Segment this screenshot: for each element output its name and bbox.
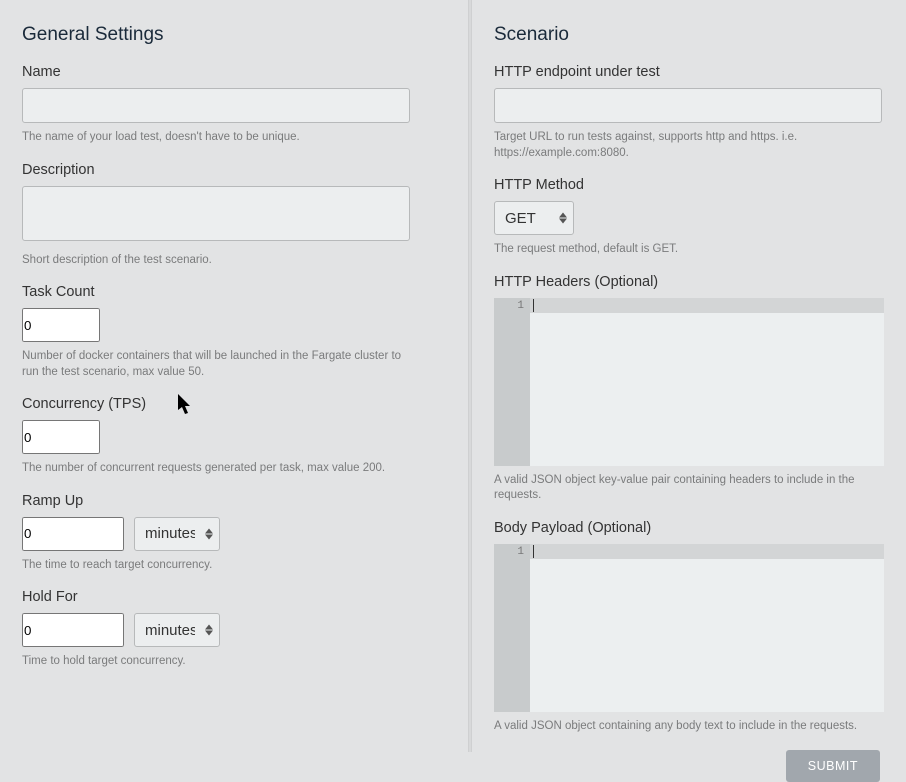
body-help: A valid JSON object containing any body … <box>494 719 884 735</box>
name-input[interactable] <box>22 88 410 123</box>
scenario-title: Scenario <box>494 24 884 46</box>
submit-row: SUBMIT <box>494 750 884 782</box>
general-settings-panel: General Settings Name The name of your l… <box>0 0 468 752</box>
concurrency-help: The number of concurrent requests genera… <box>22 461 417 477</box>
text-cursor <box>533 545 534 558</box>
text-cursor <box>533 299 534 312</box>
line-number: 1 <box>517 546 524 558</box>
body-body[interactable] <box>530 544 884 712</box>
ramp-up-label: Ramp Up <box>22 493 444 509</box>
name-label: Name <box>22 64 444 80</box>
submit-button[interactable]: SUBMIT <box>786 750 880 782</box>
body-gutter: 1 <box>494 544 530 712</box>
hold-for-label: Hold For <box>22 589 444 605</box>
task-count-help: Number of docker containers that will be… <box>22 349 417 380</box>
task-count-label: Task Count <box>22 284 444 300</box>
headers-group: HTTP Headers (Optional) 1 A valid JSON o… <box>494 274 884 504</box>
body-label: Body Payload (Optional) <box>494 520 884 536</box>
description-label: Description <box>22 162 444 178</box>
scenario-panel: Scenario HTTP endpoint under test Target… <box>472 0 906 752</box>
description-group: Description Short description of the tes… <box>22 162 444 269</box>
line-number: 1 <box>517 300 524 312</box>
headers-gutter: 1 <box>494 298 530 466</box>
ramp-up-input[interactable] <box>22 517 124 551</box>
body-group: Body Payload (Optional) 1 A valid JSON o… <box>494 520 884 735</box>
task-count-input[interactable] <box>22 308 100 342</box>
hold-for-unit-select-wrap: minutes <box>134 613 220 647</box>
endpoint-input[interactable] <box>494 88 882 123</box>
method-select[interactable]: GET <box>495 202 573 234</box>
ramp-up-unit-select[interactable]: minutes <box>135 518 219 550</box>
method-label: HTTP Method <box>494 177 884 193</box>
name-help: The name of your load test, doesn't have… <box>22 130 417 146</box>
description-input[interactable] <box>22 186 410 241</box>
hold-for-help: Time to hold target concurrency. <box>22 654 417 670</box>
ramp-up-group: Ramp Up minutes The time to reach target… <box>22 493 444 574</box>
headers-help: A valid JSON object key-value pair conta… <box>494 473 884 504</box>
current-line-highlight <box>530 544 884 559</box>
ramp-up-unit-select-wrap: minutes <box>134 517 220 551</box>
endpoint-help: Target URL to run tests against, support… <box>494 130 884 161</box>
endpoint-group: HTTP endpoint under test Target URL to r… <box>494 64 884 161</box>
body-editor[interactable]: 1 <box>494 544 884 712</box>
general-settings-title: General Settings <box>22 24 444 46</box>
concurrency-group: Concurrency (TPS) The number of concurre… <box>22 396 444 477</box>
current-line-highlight <box>530 298 884 313</box>
hold-for-unit-select[interactable]: minutes <box>135 614 219 646</box>
description-help: Short description of the test scenario. <box>22 253 417 269</box>
method-group: HTTP Method GET The request method, defa… <box>494 177 884 258</box>
headers-body[interactable] <box>530 298 884 466</box>
endpoint-label: HTTP endpoint under test <box>494 64 884 80</box>
ramp-up-help: The time to reach target concurrency. <box>22 558 417 574</box>
concurrency-input[interactable] <box>22 420 100 454</box>
concurrency-label: Concurrency (TPS) <box>22 396 444 412</box>
method-select-wrap: GET <box>494 201 574 235</box>
name-group: Name The name of your load test, doesn't… <box>22 64 444 146</box>
hold-for-group: Hold For minutes Time to hold target con… <box>22 589 444 670</box>
method-help: The request method, default is GET. <box>494 242 884 258</box>
headers-label: HTTP Headers (Optional) <box>494 274 884 290</box>
hold-for-input[interactable] <box>22 613 124 647</box>
task-count-group: Task Count Number of docker containers t… <box>22 284 444 380</box>
headers-editor[interactable]: 1 <box>494 298 884 466</box>
